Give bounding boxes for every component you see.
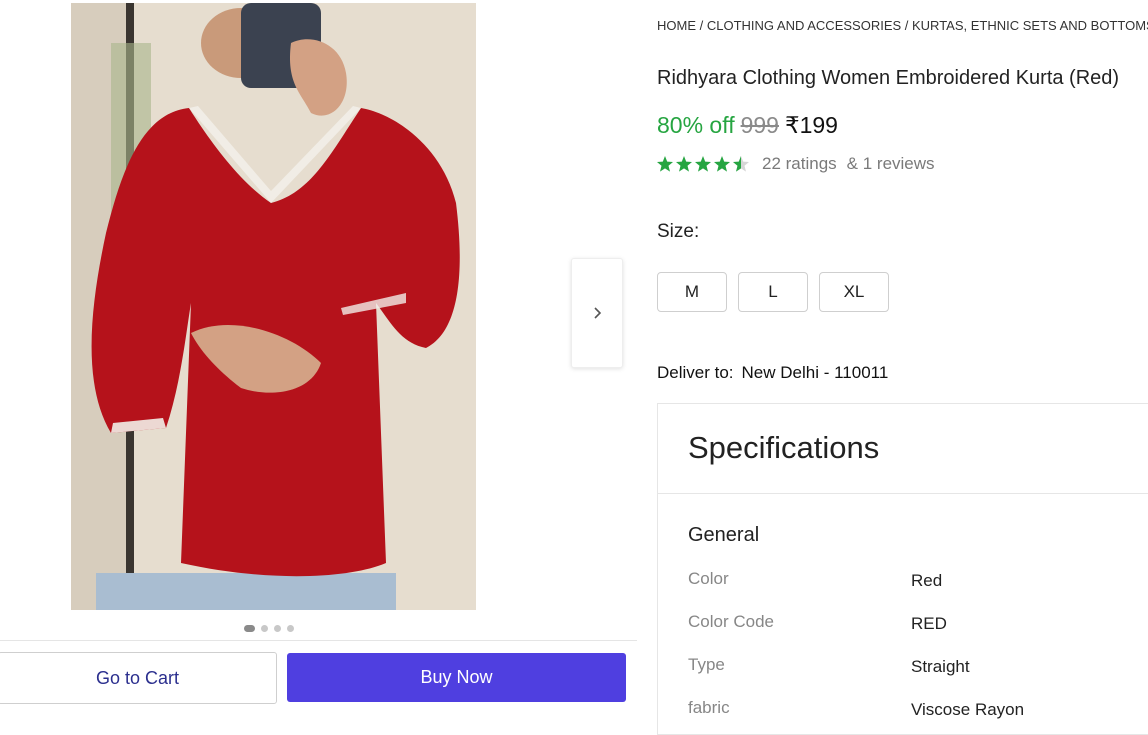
chevron-right-icon [594,307,602,319]
size-option-xl[interactable]: XL [819,272,889,312]
discount-label: 80% off [657,112,735,138]
buy-now-button[interactable]: Buy Now [287,653,626,702]
next-image-button[interactable] [571,258,623,368]
specifications-title: Specifications [688,430,880,465]
size-label: Size: [657,221,700,242]
spec-label-type: Type [688,655,725,674]
spec-label-fabric: fabric [688,698,730,717]
spec-value-color-code: RED [911,614,947,633]
spec-label-color: Color [688,569,729,588]
deliver-label: Deliver to: [657,363,734,382]
delivery-location[interactable]: New Delhi - 110011 [742,363,889,382]
spec-value-type: Straight [911,657,970,676]
reviews-count[interactable]: & 1 reviews [847,154,935,174]
star-icon [657,156,749,172]
carousel-dot[interactable] [287,625,294,632]
rating-row: 22 ratings & 1 reviews [656,154,935,174]
product-title: Ridhyara Clothing Women Embroidered Kurt… [657,67,1120,89]
spec-label-color-code: Color Code [688,612,774,631]
selling-price: ₹199 [784,112,838,138]
product-image[interactable] [71,3,476,610]
star-rating [656,155,750,173]
spec-value-color: Red [911,571,943,590]
carousel-dots [244,625,294,632]
price-row: 80% off 999 ₹199 [657,112,838,139]
go-to-cart-button[interactable]: Go to Cart [0,652,277,704]
carousel-dot[interactable] [244,625,255,632]
product-photo [71,3,476,610]
divider [658,493,1148,494]
delivery-info[interactable]: Deliver to: New Delhi - 110011 [657,363,888,383]
size-option-l[interactable]: L [738,272,808,312]
carousel-dot[interactable] [261,625,268,632]
ratings-count[interactable]: 22 ratings [762,154,837,174]
breadcrumb[interactable]: HOME / CLOTHING AND ACCESSORIES / KURTAS… [657,18,1148,33]
spec-group-title: General [688,524,760,546]
original-price: 999 [740,112,779,138]
carousel-dot[interactable] [274,625,281,632]
spec-value-fabric: Viscose Rayon [911,700,1025,719]
size-option-m[interactable]: M [657,272,727,312]
